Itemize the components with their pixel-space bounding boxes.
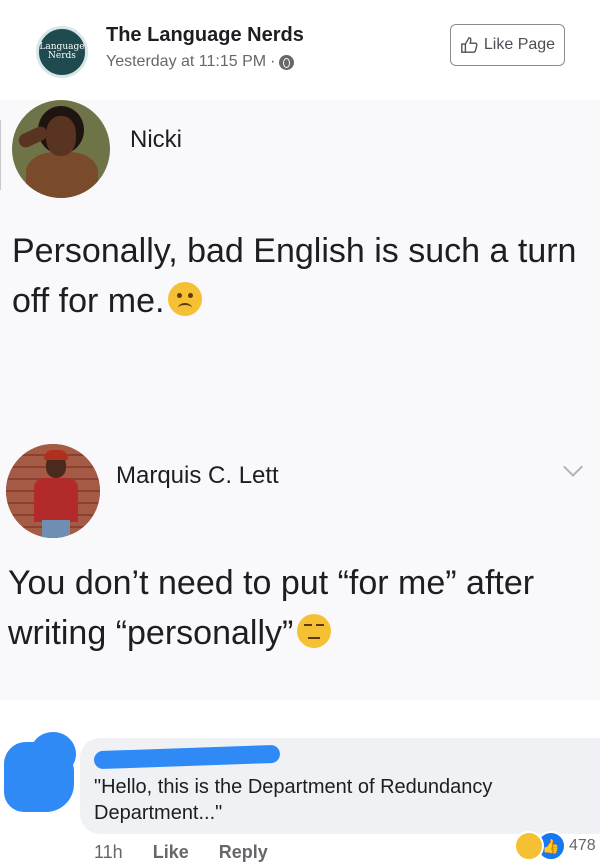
page-logo[interactable]: Language Nerds xyxy=(36,26,88,78)
comment2-text: You don’t need to put “for me” after wri… xyxy=(8,564,535,652)
page-name-link[interactable]: The Language Nerds xyxy=(106,24,304,47)
comment1-author: Nicki xyxy=(130,126,182,153)
like-page-button[interactable]: Like Page xyxy=(450,24,565,66)
comment2-text-block: You don’t need to put “for me” after wri… xyxy=(8,558,600,658)
unamused-face-emoji xyxy=(297,614,332,648)
redacted-avatar-blob xyxy=(30,732,76,776)
comment2-author: Marquis C. Lett xyxy=(116,462,279,489)
reply-comment-text: "Hello, this is the Department of Redund… xyxy=(94,776,493,824)
frowning-face-emoji xyxy=(168,282,203,316)
post-header: Language Nerds The Language Nerds Yester… xyxy=(0,0,600,100)
post-meta: Yesterday at 11:15 PM · xyxy=(106,53,295,71)
comment-time[interactable]: 11h xyxy=(94,842,123,863)
screenshot-left-edge xyxy=(0,120,7,190)
meta-separator: · xyxy=(270,53,276,70)
comment1-text: Personally, bad English is such a turn o… xyxy=(12,232,577,320)
like-page-label: Like Page xyxy=(483,36,556,53)
avatar-face xyxy=(46,116,76,156)
avatar-body xyxy=(26,152,98,198)
avatar-marquis xyxy=(6,444,100,538)
logo-text-line2: Nerds xyxy=(48,51,76,61)
comment-reply-button[interactable]: Reply xyxy=(219,842,268,863)
avatar-nicki xyxy=(12,100,110,198)
comment1-text-block: Personally, bad English is such a turn o… xyxy=(12,226,600,326)
comment-actions: 11h Like Reply xyxy=(94,842,268,863)
thumbs-up-icon xyxy=(461,37,478,53)
avatar-legs xyxy=(42,520,70,538)
post-timestamp[interactable]: Yesterday at 11:15 PM xyxy=(106,53,266,71)
globe-icon xyxy=(279,54,295,70)
reaction-summary[interactable]: 👍 478 xyxy=(514,831,596,861)
avatar-cap xyxy=(44,450,68,460)
reaction-count: 478 xyxy=(569,837,596,854)
comment-like-button[interactable]: Like xyxy=(153,842,189,863)
avatar-jacket xyxy=(34,478,78,522)
haha-reaction-icon xyxy=(514,831,544,861)
